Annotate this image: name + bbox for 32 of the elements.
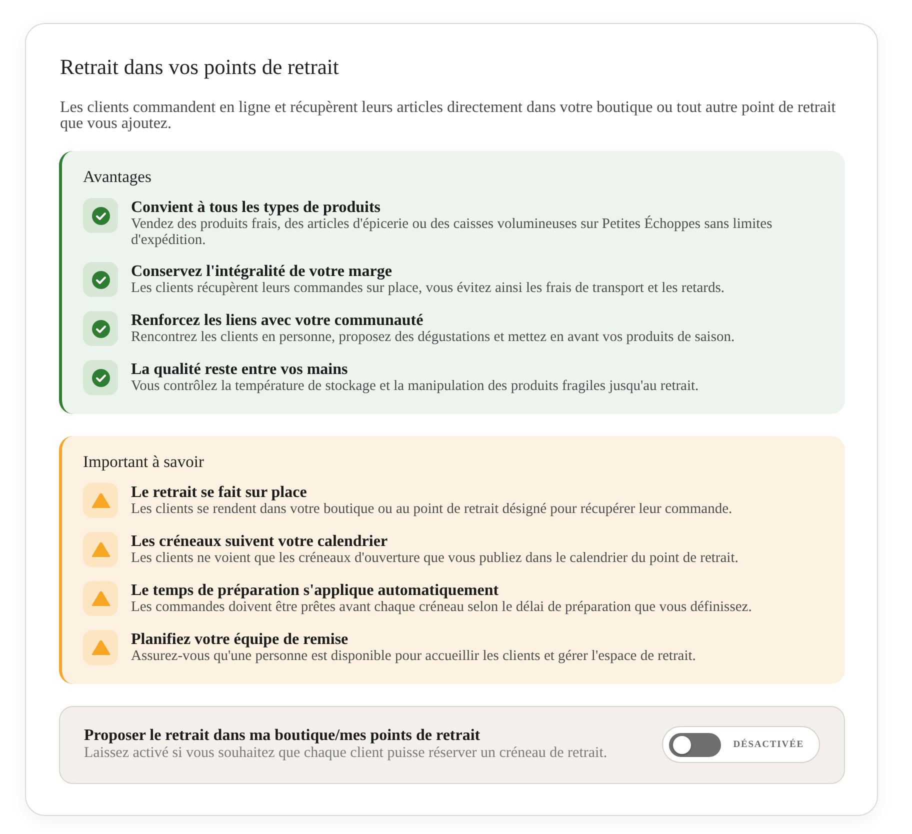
item-description: Les commandes doivent être prêtes avant chaque créneau selon le délai de préparation que vous définissez.	[131, 600, 752, 616]
item-title: Convient à tous les types de produits	[131, 199, 382, 217]
item-title: Les créneaux suivent votre calendrier	[131, 533, 389, 551]
item-description: Les clients se rendent dans votre boutique ou au point de retrait désigné pour récupérer leur commande.	[131, 502, 732, 518]
pickup-toggle[interactable]: DÉSACTIVÉE	[662, 726, 820, 763]
item-title: Planifiez votre équipe de remise	[131, 631, 350, 649]
warning-icon	[83, 483, 118, 518]
check-icon	[83, 311, 118, 346]
warning-icon	[83, 581, 118, 616]
item-title: Renforcez les liens avec votre communauté	[131, 312, 424, 330]
panel-heading: Avantages	[83, 167, 152, 187]
item-title: Conservez l'intégralité de votre marge	[131, 263, 393, 281]
item-description: Vendez des produits frais, des articles d'épicerie ou des caisses volumineuses sur Petites Échoppes sans limites d'expédition.	[131, 217, 774, 248]
switch-knob	[673, 736, 692, 754]
item-description: Assurez-vous qu'une personne est disponible pour accueillir les clients et gérer l'espace de retrait.	[131, 649, 696, 664]
item-description: Les clients récupèrent leurs commandes sur place, vous évitez ainsi les frais de transport et les retards.	[131, 281, 724, 296]
item-description: Les clients ne voient que les créneaux d'ouverture que vous publiez dans le calendrier du point de retrait.	[131, 551, 738, 566]
setting-title: Proposer le retrait dans ma boutique/mes points de retrait	[84, 727, 482, 745]
panel-heading: Important à savoir	[83, 452, 205, 472]
item-title: La qualité reste entre vos mains	[131, 361, 349, 379]
card-title: Retrait dans vos points de retrait	[60, 54, 340, 80]
warning-icon	[83, 630, 118, 665]
card-description: Les clients commandent en ligne et récupèrent leurs articles directement dans votre boutique ou tout autre point de retrait que vous ajoutez.	[60, 100, 837, 132]
item-title: Le temps de préparation s'applique automatiquement	[131, 582, 500, 600]
warning-icon	[83, 532, 118, 567]
check-icon	[83, 262, 118, 297]
check-icon	[83, 198, 118, 233]
item-description: Rencontrez les clients en personne, proposez des dégustations et mettez en avant vos produits de saison.	[131, 330, 735, 346]
item-title: Le retrait se fait sur place	[131, 484, 308, 502]
item-description: Vous contrôlez la température de stockage et la manipulation des produits fragiles jusqu'au retrait.	[131, 379, 699, 394]
setting-description: Laissez activé si vous souhaitez que chaque client puisse réserver un créneau de retrait.	[84, 745, 608, 762]
check-icon	[83, 360, 118, 395]
